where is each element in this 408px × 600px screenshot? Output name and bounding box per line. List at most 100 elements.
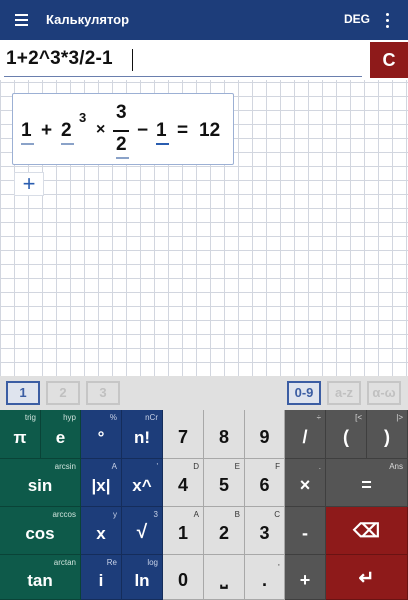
key-close-paren-sub-label: |> [396,413,403,422]
result-operator: + [41,120,53,141]
key-enter[interactable]: ↵ [326,555,408,600]
key-ln[interactable]: log ln [122,555,163,600]
expression-input-bar[interactable]: 1+2^3*3/2-1 [0,40,408,80]
key-multiply[interactable]: . × [285,459,326,507]
fraction-numerator: 3 [116,102,127,123]
key-6[interactable]: F 6 [245,459,285,507]
operand-underline [21,143,34,145]
key-factorial-sub-label: nCr [145,413,158,422]
key-cos-sub-label: arccos [52,510,76,519]
key-multiply-sub-label: . [318,462,321,471]
result-operator: × [96,121,106,138]
key-multiply-label: × [299,475,311,495]
enter-icon: ↵ [358,568,375,589]
key-add[interactable]: + [285,555,326,600]
key-close-paren[interactable]: |> ) [367,410,408,459]
key-cos-label: cos [25,524,55,543]
key-5[interactable]: E 5 [204,459,245,507]
key-8[interactable]: 8 [204,410,245,459]
key-factorial[interactable]: nCr n! [122,410,163,459]
key-backspace[interactable]: ⌫ [326,507,408,555]
key-sin-sub-label: arcsin [54,462,76,471]
key-3-label: 3 [259,523,270,543]
key-9-label: 9 [259,427,270,447]
key-degree-sub-label: % [109,413,117,422]
key-subtract[interactable]: - [285,507,326,555]
key-variable-x-sub-label: y [113,510,117,519]
key-decimal-point-sub-label: , [277,558,280,567]
key-3-sub-label: C [274,510,280,519]
key-pi-sub-label: trig [24,413,36,422]
key-ln-sub-label: log [147,558,158,567]
key-4[interactable]: D 4 [163,459,204,507]
key-subtract-label: - [302,523,308,543]
result-equals: = [177,120,189,141]
key-absolute[interactable]: A |x| [81,459,122,507]
key-add-label: + [299,570,311,590]
result-term: 1 [21,120,32,141]
key-divide-sub-label: ÷ [316,413,321,422]
space-icon: ⎵ [220,568,228,588]
key-decimal-point[interactable]: , . [245,555,285,600]
key-space[interactable]: ⎵ [204,555,245,600]
backspace-icon: ⌫ [353,521,380,542]
key-divide[interactable]: ÷ / [285,410,326,459]
key-pi-label: π [13,428,27,447]
clear-button[interactable]: C [370,42,408,78]
key-4-sub-label: D [193,462,199,471]
key-imaginary-i[interactable]: Re i [81,555,122,600]
key-9[interactable]: 9 [245,410,285,459]
key-power[interactable]: ' x^ [122,459,163,507]
keyboard: trig π hyp e % ° nCr n! 7 8 9 ÷ / [< ( |… [0,410,408,600]
key-4-label: 4 [177,475,188,495]
key-6-label: 6 [259,475,270,495]
result-value: 12 [199,120,221,141]
key-tan[interactable]: arctan tan [0,555,81,600]
key-e-sub-label: hyp [63,413,76,422]
worksheet-grid[interactable] [0,40,408,376]
key-variable-x[interactable]: y x [81,507,122,555]
key-e[interactable]: hyp e [41,410,81,459]
key-3[interactable]: C 3 [245,507,285,555]
key-7[interactable]: 7 [163,410,204,459]
key-equals[interactable]: Ans = [326,459,408,507]
key-sqrt[interactable]: 3 √ [122,507,163,555]
text-caret [132,49,133,71]
key-0[interactable]: 0 [163,555,204,600]
key-1-label: 1 [177,523,188,543]
keyboard-greek-tab[interactable]: α-ω [367,381,401,405]
key-0-label: 0 [177,570,188,590]
angle-mode-button[interactable]: DEG [344,12,370,26]
keyboard-page-1[interactable]: 1 [6,381,40,405]
key-sqrt-label: √ [136,522,148,543]
key-sin[interactable]: arcsin sin [0,459,81,507]
input-underline [4,76,362,77]
result-exponent: 3 [79,110,87,125]
keyboard-digits-tab[interactable]: 0-9 [287,381,321,405]
add-expression-button[interactable]: + [14,172,44,196]
key-open-paren[interactable]: [< ( [326,410,367,459]
key-divide-label: / [302,427,308,447]
key-sqrt-sub-label: 3 [153,510,158,519]
expression-input[interactable]: 1+2^3*3/2-1 [6,48,113,70]
key-2-label: 2 [218,523,229,543]
key-pi[interactable]: trig π [0,410,41,459]
operand-underline-active [156,143,169,145]
keyboard-page-3[interactable]: 3 [86,381,120,405]
keyboard-letters-tab[interactable]: a-z [327,381,361,405]
keyboard-page-2[interactable]: 2 [46,381,80,405]
key-6-sub-label: F [275,462,280,471]
key-degree[interactable]: % ° [81,410,122,459]
menu-icon[interactable] [12,9,34,31]
key-sin-label: sin [27,476,53,495]
more-options-icon[interactable] [378,11,396,29]
app-bar: Калькулятор DEG [0,0,408,40]
fraction-bar [113,130,129,132]
key-close-paren-label: ) [384,427,390,447]
result-card[interactable]: 1 + 2 3 × 3 2 − 1 = 12 [12,93,234,165]
key-open-paren-label: ( [343,427,349,447]
key-2[interactable]: B 2 [204,507,245,555]
key-1[interactable]: A 1 [163,507,204,555]
key-cos[interactable]: arccos cos [0,507,81,555]
key-5-sub-label: E [234,462,240,471]
